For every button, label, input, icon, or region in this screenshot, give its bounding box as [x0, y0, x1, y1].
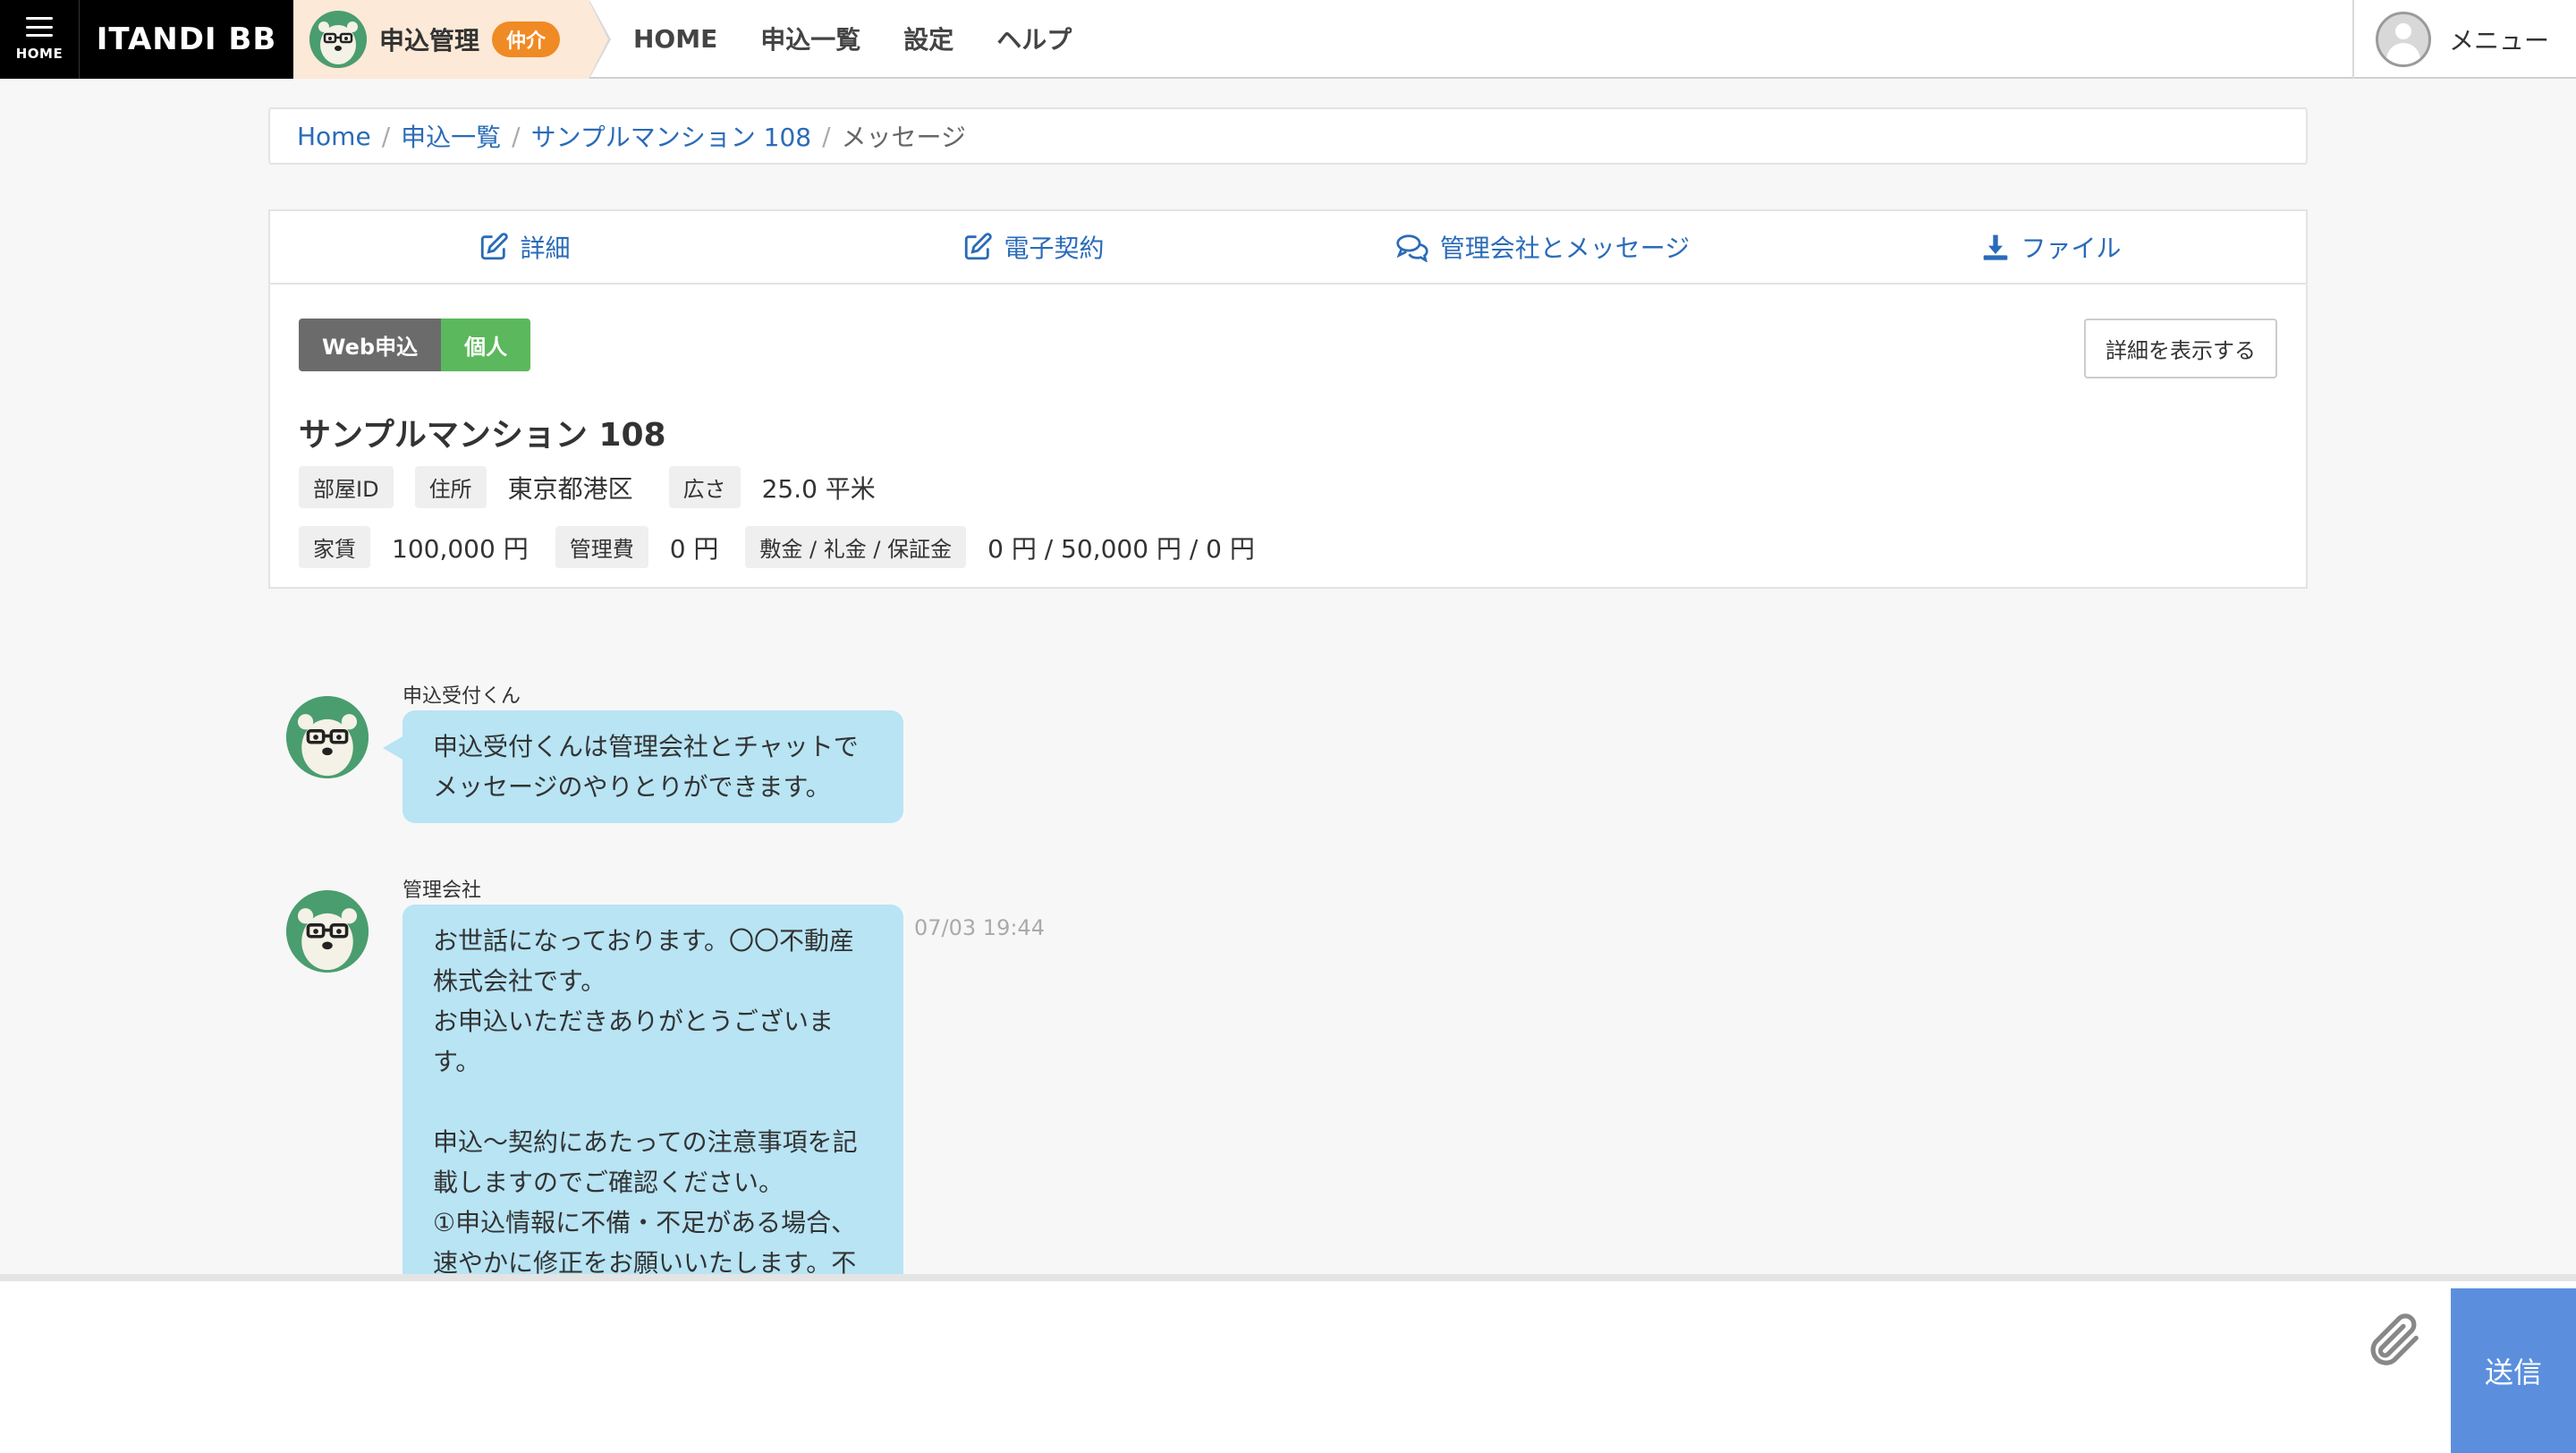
paperclip-icon[interactable]: [2361, 1308, 2424, 1374]
deposit-label: 敷金 / 礼金 / 保証金: [745, 526, 967, 568]
message-sender: 管理会社: [402, 879, 482, 902]
deposit-value: 0 円 / 50,000 円 / 0 円: [987, 533, 1255, 564]
nav-link-settings[interactable]: 設定: [903, 21, 953, 56]
breadcrumb-applications[interactable]: 申込一覧: [401, 118, 501, 154]
breadcrumb-separator: /: [512, 121, 521, 151]
message-composer: 送信: [0, 1274, 2576, 1453]
tab-label: ファイル: [2021, 234, 2122, 263]
tab-e-contract[interactable]: 電子契約: [779, 211, 1288, 283]
user-avatar-icon: [2375, 12, 2431, 67]
top-nav: HOME ITANDI BB 申込管理 仲介 HOME 申込一覧 設定 ヘルプ: [0, 0, 2576, 79]
room-id-label: 部屋ID: [299, 466, 394, 508]
breadcrumb: Home / 申込一覧 / サンプルマンション 108 / メッセージ: [268, 107, 2308, 165]
application-info: Web申込 個人 詳細を表示する サンプルマンション 108 部屋ID 住所 東…: [270, 285, 2306, 602]
app-tab[interactable]: 申込管理 仲介: [293, 0, 611, 79]
tab-files[interactable]: ファイル: [1797, 211, 2306, 283]
user-menu[interactable]: メニュー: [2351, 0, 2576, 79]
edit-icon: [481, 233, 509, 260]
property-name: サンプルマンション 108: [299, 417, 666, 454]
brand-logo[interactable]: ITANDI BB: [79, 0, 293, 79]
application-card: 詳細 電子契約 管理会社とメッセージ ファイル Web申込 個人 詳細を表示する…: [268, 209, 2308, 589]
message-sender: 申込受付くん: [402, 685, 521, 708]
nav-link-help[interactable]: ヘルプ: [996, 21, 1072, 56]
hamburger-icon: [26, 17, 53, 37]
edit-icon: [965, 233, 993, 260]
bear-mascot-icon: [309, 11, 367, 68]
area-value: 25.0 平米: [761, 473, 876, 504]
area-label: 広さ: [668, 466, 741, 508]
home-label: HOME: [15, 46, 64, 62]
message-bubble: 申込受付くんは管理会社とチャットで メッセージのやりとりができます。: [383, 710, 903, 823]
menu-label: メニュー: [2448, 26, 2549, 55]
message-bubble: お世話になっております。〇〇不動産 株式会社です。 お申込いただきありがとうござ…: [402, 905, 903, 1334]
bear-mascot-icon: [286, 696, 369, 778]
role-badge: 仲介: [492, 21, 561, 57]
home-menu-button[interactable]: HOME: [0, 0, 79, 79]
rent-label: 家賃: [299, 526, 370, 568]
address-value: 東京都港区: [507, 473, 633, 504]
breadcrumb-home[interactable]: Home: [297, 122, 371, 151]
address-label: 住所: [414, 466, 487, 508]
breadcrumb-property[interactable]: サンプルマンション 108: [531, 118, 812, 154]
tab-details[interactable]: 詳細: [270, 211, 779, 283]
app-title: 申込管理: [379, 26, 480, 55]
bear-mascot-icon: [286, 890, 369, 973]
applicant-type-tag: 個人: [441, 319, 531, 371]
show-details-button[interactable]: 詳細を表示する: [2084, 319, 2277, 378]
tab-label: 電子契約: [1004, 234, 1105, 263]
property-row-2: 家賃 100,000 円 管理費 0 円 敷金 / 礼金 / 保証金 0 円 /…: [299, 526, 2277, 568]
nav-links: HOME 申込一覧 設定 ヘルプ: [633, 0, 1114, 77]
message-timestamp: 07/03 19:44: [914, 915, 1045, 940]
tab-label: 詳細: [520, 234, 571, 263]
breadcrumb-current: メッセージ: [841, 123, 966, 152]
management-fee-label: 管理費: [555, 526, 648, 568]
tab-messages[interactable]: 管理会社とメッセージ: [1288, 211, 1797, 283]
tab-bar: 詳細 電子契約 管理会社とメッセージ ファイル: [270, 211, 2306, 285]
breadcrumb-separator: /: [381, 121, 391, 151]
tab-label: 管理会社とメッセージ: [1439, 234, 1690, 263]
rent-value: 100,000 円: [392, 533, 529, 564]
tag-row: Web申込 個人: [299, 319, 2277, 371]
management-fee-value: 0 円: [669, 533, 719, 564]
chat-icon: [1396, 234, 1428, 262]
breadcrumb-separator: /: [822, 121, 831, 151]
message-input[interactable]: [7, 1288, 2440, 1446]
property-row-1: 部屋ID 住所 東京都港区 広さ 25.0 平米: [299, 466, 2277, 508]
download-icon: [1984, 234, 2008, 260]
send-button[interactable]: 送信: [2451, 1288, 2576, 1453]
application-type-tag: Web申込: [299, 319, 442, 371]
nav-link-home[interactable]: HOME: [633, 24, 717, 54]
nav-link-applications[interactable]: 申込一覧: [760, 21, 860, 56]
